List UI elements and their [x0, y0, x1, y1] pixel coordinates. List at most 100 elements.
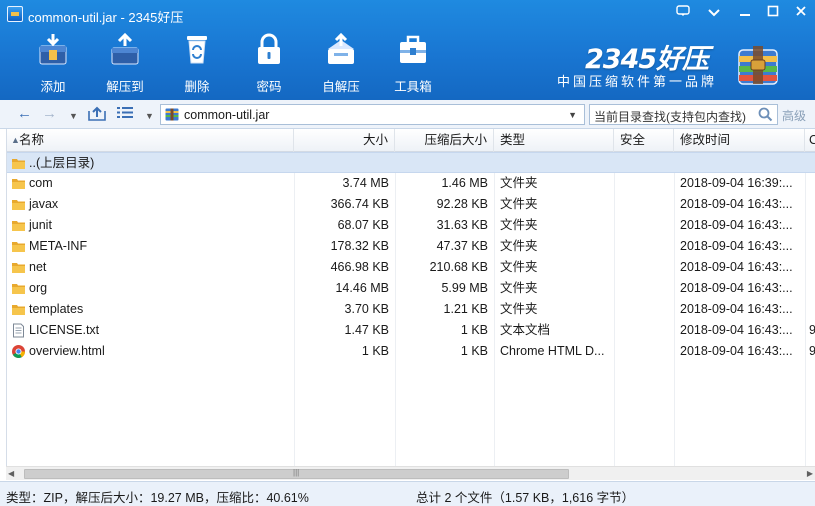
file-type: 文件夹 — [500, 197, 538, 211]
history-dropdown-icon[interactable]: ▼ — [69, 108, 78, 125]
self-extract-button[interactable]: 自解压 — [311, 32, 371, 94]
path-dropdown-icon[interactable]: ▼ — [568, 110, 577, 120]
sort-ascending-icon: ▲ — [11, 135, 20, 145]
file-crc — [805, 278, 815, 299]
maximize-icon[interactable] — [762, 4, 784, 22]
file-name: LICENSE.txt — [29, 323, 100, 337]
file-modified: 2018-09-04 16:43:... — [680, 197, 793, 211]
parent-directory-label: ..(上层目录) — [29, 156, 95, 170]
file-compressed-size: 1.21 KB — [443, 302, 488, 316]
address-bar: ← → ▼ ▼ common-util.jar ▼ 当前目录查找(支持包内查找)… — [0, 100, 815, 129]
forward-arrow-icon[interactable]: → — [42, 106, 57, 123]
file-security — [614, 173, 674, 194]
file-name: overview.html — [29, 344, 105, 358]
app-icon — [7, 6, 23, 22]
extract-label: 解压到 — [106, 80, 144, 94]
haozip-logo-icon — [733, 42, 783, 88]
file-security — [614, 299, 674, 320]
file-compressed-size: 210.68 KB — [429, 260, 488, 274]
grip-icon: ||| — [293, 468, 300, 477]
column-compressed-size[interactable]: 压缩后大小 — [395, 129, 494, 152]
file-row[interactable]: templates 3.70 KB 1.21 KB 文件夹 2018-09-04 16:… — [7, 299, 815, 320]
extract-icon — [109, 32, 141, 66]
back-arrow-icon[interactable]: ← — [17, 106, 32, 123]
minimize-icon[interactable] — [734, 4, 756, 22]
file-crc — [805, 215, 815, 236]
file-crc — [805, 257, 815, 278]
file-name: junit — [29, 218, 52, 232]
search-placeholder: 当前目录查找(支持包内查找) — [594, 110, 746, 124]
delete-button[interactable]: 删除 — [167, 32, 227, 94]
file-security — [614, 341, 674, 362]
path-text: common-util.jar — [184, 108, 270, 122]
file-modified: 2018-09-04 16:39:... — [680, 176, 793, 190]
file-modified: 2018-09-04 16:43:... — [680, 260, 793, 274]
file-crc — [805, 299, 815, 320]
window-title: common-util.jar - 2345好压 — [28, 10, 184, 25]
file-compressed-size: 5.99 MB — [441, 281, 488, 295]
skin-icon[interactable] — [672, 4, 694, 22]
file-security — [614, 236, 674, 257]
scrollbar-thumb[interactable]: ||| — [24, 468, 569, 479]
close-icon[interactable] — [790, 4, 812, 22]
parent-directory-row[interactable]: ..(上层目录) — [7, 152, 815, 173]
file-row[interactable]: junit 68.07 KB 31.63 KB 文件夹 2018-09-04 16:43… — [7, 215, 815, 236]
column-modified[interactable]: 修改时间 — [674, 129, 805, 152]
file-type: 文件夹 — [500, 239, 538, 253]
file-size: 1.47 KB — [344, 323, 389, 337]
scroll-right-icon[interactable]: ▶ — [807, 469, 813, 478]
selection-summary: 总计 2 个文件（1.57 KB，1,616 字节） — [416, 491, 635, 505]
title-bar: common-util.jar - 2345好压 — [0, 0, 815, 30]
password-label: 密码 — [256, 80, 282, 94]
file-crc — [805, 236, 815, 257]
file-type: 文件夹 — [500, 260, 538, 274]
view-dropdown-icon[interactable]: ▼ — [145, 108, 154, 125]
search-icon[interactable] — [758, 107, 773, 122]
file-row[interactable]: LICENSE.txt 1.47 KB 1 KB 文本文档 2018-09-04 16:… — [7, 320, 815, 341]
path-field[interactable]: common-util.jar ▼ — [160, 104, 585, 125]
file-size: 178.32 KB — [330, 239, 389, 253]
status-bar: 类型：ZIP，解压后大小：19.27 MB，压缩比：40.61% 总计 2 个文… — [0, 481, 815, 506]
file-size: 3.70 KB — [344, 302, 389, 316]
horizontal-scrollbar[interactable]: ◀ ||| ▶ — [6, 466, 815, 480]
file-crc — [805, 194, 815, 215]
file-size: 366.74 KB — [330, 197, 389, 211]
view-list-icon[interactable] — [117, 106, 133, 123]
archive-file-icon — [165, 108, 179, 121]
column-name-label: 名称 — [19, 133, 45, 147]
scroll-left-icon[interactable]: ◀ — [8, 469, 14, 478]
menu-icon[interactable] — [703, 4, 725, 22]
password-button[interactable]: 密码 — [239, 32, 299, 94]
file-size: 14.46 MB — [335, 281, 389, 295]
advanced-search-link[interactable]: 高级 — [782, 107, 806, 124]
toolbox-label: 工具箱 — [394, 80, 432, 94]
file-row[interactable]: META-INF 178.32 KB 47.37 KB 文件夹 2018-09-04 1… — [7, 236, 815, 257]
file-crc: 9 — [809, 344, 815, 358]
file-row[interactable]: net 466.98 KB 210.68 KB 文件夹 2018-09-04 16:43… — [7, 257, 815, 278]
add-button[interactable]: 添加 — [23, 32, 83, 94]
file-type: 文本文档 — [500, 323, 551, 337]
file-row[interactable]: com 3.74 MB 1.46 MB 文件夹 2018-09-04 16:39:... — [7, 173, 815, 194]
column-crc[interactable]: C — [805, 129, 815, 152]
column-size[interactable]: 大小 — [294, 129, 395, 152]
toolbar-band: common-util.jar - 2345好压 添加 解压到 删除 密码 自解… — [0, 0, 815, 100]
search-input[interactable]: 当前目录查找(支持包内查找) — [589, 104, 778, 125]
file-compressed-size: 92.28 KB — [436, 197, 488, 211]
add-archive-icon — [37, 32, 69, 66]
file-name: net — [29, 260, 47, 274]
file-size: 3.74 MB — [342, 176, 389, 190]
file-type: 文件夹 — [500, 176, 538, 190]
file-compressed-size: 47.37 KB — [436, 239, 488, 253]
toolbox-button[interactable]: 工具箱 — [383, 32, 443, 94]
recycle-bin-icon — [181, 32, 213, 66]
file-modified: 2018-09-04 16:43:... — [680, 323, 793, 337]
column-name[interactable]: ▲ 名称 — [7, 129, 294, 152]
extract-button[interactable]: 解压到 — [95, 32, 155, 94]
file-row[interactable]: javax 366.74 KB 92.28 KB 文件夹 2018-09-04 16:4… — [7, 194, 815, 215]
column-security[interactable]: 安全 — [614, 129, 674, 152]
up-folder-icon[interactable] — [88, 106, 106, 123]
column-type[interactable]: 类型 — [494, 129, 614, 152]
file-row[interactable]: overview.html 1 KB 1 KB Chrome HTML D... 201… — [7, 341, 815, 362]
file-row[interactable]: org 14.46 MB 5.99 MB 文件夹 2018-09-04 16:43:..… — [7, 278, 815, 299]
self-extract-icon — [325, 32, 357, 66]
